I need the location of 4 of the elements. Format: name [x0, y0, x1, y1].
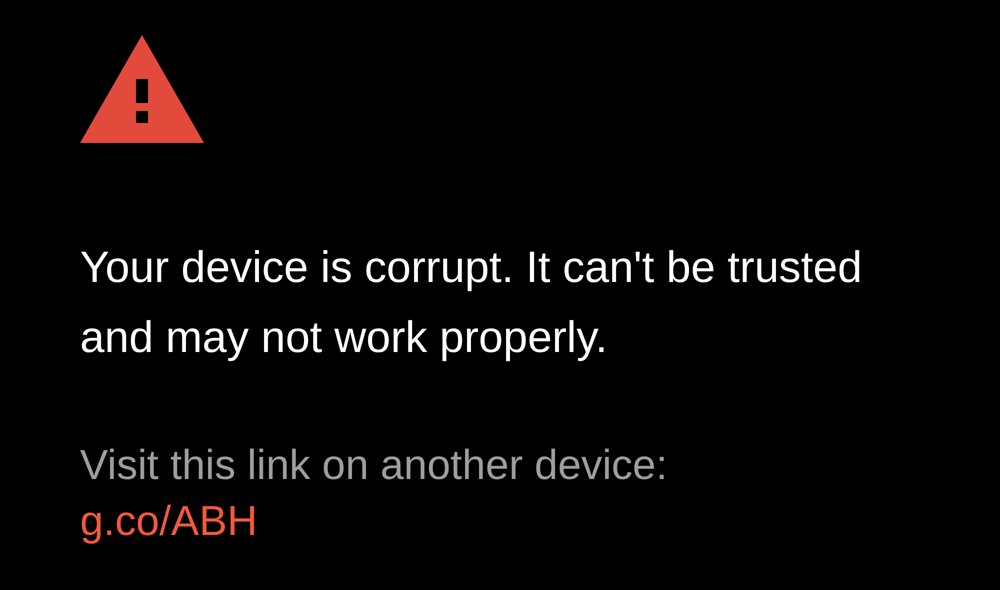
warning-icon — [80, 35, 204, 143]
help-link[interactable]: g.co/ABH — [80, 493, 258, 549]
warning-message: Your device is corrupt. It can't be trusted and may not work properly. — [80, 242, 864, 364]
instruction-text: Visit this link on another device: — [80, 440, 668, 490]
